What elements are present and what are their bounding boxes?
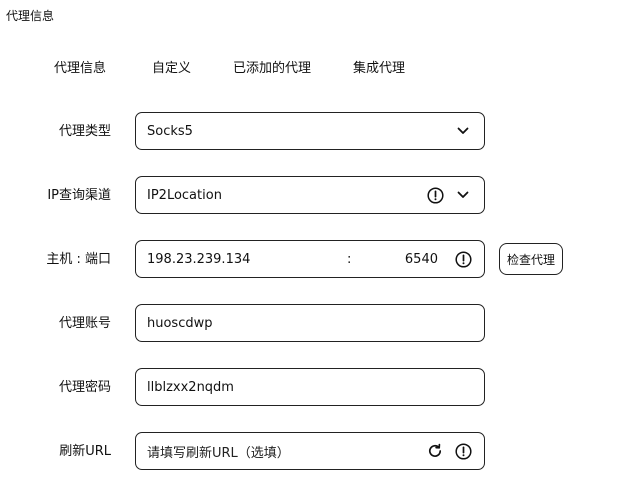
proxy-account-value: huoscdwp — [147, 315, 213, 331]
refresh-url-row: 刷新URL 请填写刷新URL（选填） — [0, 432, 622, 472]
tab-custom[interactable]: 自定义 — [152, 60, 191, 78]
proxy-password-value: llblzxx2nqdm — [147, 379, 234, 395]
chevron-down-icon[interactable] — [454, 186, 472, 204]
tab-added-proxies[interactable]: 已添加的代理 — [233, 60, 311, 78]
check-proxy-button[interactable]: 检查代理 — [499, 243, 563, 275]
proxy-password-label: 代理密码 — [58, 380, 111, 395]
ip-channel-value: IP2Location — [147, 187, 222, 203]
proxy-account-row: 代理账号 huoscdwp — [0, 304, 622, 344]
proxy-type-value: Socks5 — [147, 123, 193, 139]
page-title: 代理信息 — [6, 9, 55, 23]
refresh-url-placeholder: 请填写刷新URL（选填） — [147, 445, 290, 461]
ip-channel-label: IP查询渠道 — [47, 188, 111, 203]
proxy-password-row: 代理密码 llblzxx2nqdm — [0, 368, 622, 408]
info-circle-icon[interactable] — [454, 250, 472, 268]
proxy-account-input[interactable]: huoscdwp — [135, 304, 485, 342]
info-circle-icon[interactable] — [454, 442, 472, 460]
refresh-icon[interactable] — [426, 442, 444, 460]
chevron-down-icon[interactable] — [454, 122, 472, 140]
port-input[interactable]: 6540 — [371, 252, 454, 267]
host-input[interactable]: 198.23.239.134 — [147, 252, 347, 267]
host-port-label: 主机 : 端口 — [46, 252, 111, 267]
tab-proxy-info[interactable]: 代理信息 — [54, 60, 106, 78]
proxy-type-row: 代理类型 Socks5 — [0, 112, 622, 152]
proxy-type-select[interactable]: Socks5 — [135, 112, 485, 150]
host-port-row: 主机 : 端口 198.23.239.134 : 6540 检查代理 — [0, 240, 622, 280]
refresh-url-label: 刷新URL — [59, 444, 111, 459]
ip-channel-select[interactable]: IP2Location — [135, 176, 485, 214]
tab-integrated-proxy[interactable]: 集成代理 — [353, 60, 405, 78]
tab-bar: 代理信息 自定义 已添加的代理 集成代理 — [54, 60, 405, 78]
refresh-url-input[interactable]: 请填写刷新URL（选填） — [135, 432, 485, 470]
proxy-account-label: 代理账号 — [58, 316, 111, 331]
proxy-type-label: 代理类型 — [58, 124, 111, 139]
host-port-field[interactable]: 198.23.239.134 : 6540 — [135, 240, 485, 278]
proxy-password-input[interactable]: llblzxx2nqdm — [135, 368, 485, 406]
host-port-separator: : — [347, 251, 352, 267]
ip-channel-row: IP查询渠道 IP2Location — [0, 176, 622, 216]
info-circle-icon[interactable] — [426, 186, 444, 204]
